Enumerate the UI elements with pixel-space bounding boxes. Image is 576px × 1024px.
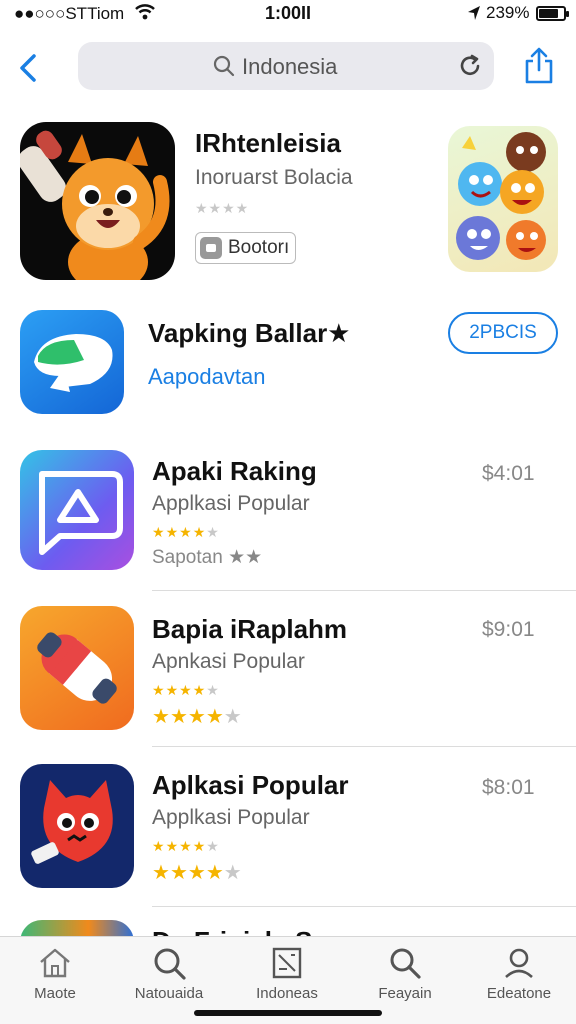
- featured-badge-label: Bootorı: [228, 237, 290, 258]
- star-icon: ★: [192, 838, 207, 854]
- tab-label: Edeatone: [486, 985, 552, 1002]
- star-icon: ★: [187, 862, 206, 884]
- home-icon: [40, 948, 70, 978]
- star-icon: ★: [169, 706, 188, 728]
- message-triangle-icon[interactable]: [20, 450, 134, 570]
- back-button[interactable]: [14, 48, 44, 88]
- tab-label: Feayain: [378, 985, 432, 1002]
- person-icon: [505, 948, 533, 978]
- star-icon: ★: [206, 838, 220, 854]
- list-item-rating: ★★★★★: [152, 524, 220, 541]
- star-icon: ★: [223, 706, 242, 728]
- battery-icon: [536, 6, 569, 21]
- fox-mascot-icon[interactable]: [20, 122, 175, 280]
- search-field[interactable]: Indonesia: [78, 42, 494, 90]
- star-icon: ★: [165, 838, 180, 854]
- document-icon: [272, 947, 302, 979]
- list-item-subtitle: Applkasi Popular: [152, 806, 310, 829]
- divider: [152, 590, 576, 591]
- star-icon: ★: [179, 682, 193, 698]
- chevron-left-icon: [20, 54, 36, 82]
- battery-percent: 239%: [486, 3, 530, 22]
- emoji-faces-icon[interactable]: [448, 126, 558, 272]
- list-item-price[interactable]: $4:01: [482, 462, 535, 486]
- list-item-title[interactable]: Aplkasi Popular: [152, 770, 349, 801]
- tab-search[interactable]: Natouaida: [114, 945, 224, 1002]
- list-item-rating: ★★★★★: [152, 838, 220, 855]
- star-icon: ★: [205, 706, 224, 728]
- divider: [152, 746, 576, 747]
- star-icon: ★: [152, 524, 166, 540]
- star-icon: ★: [169, 862, 188, 884]
- star-icon: ★: [206, 524, 220, 540]
- status-bar: ●●○○○STTiom 1:00II 239%: [0, 0, 576, 30]
- star-icon: ★: [165, 682, 180, 698]
- home-indicator[interactable]: [194, 1010, 382, 1016]
- list-item-extra: Sapotan ★★: [152, 547, 263, 568]
- pill-capsule-icon[interactable]: [20, 606, 134, 730]
- list-item-rating: ★★★★★: [152, 682, 220, 699]
- star-icon: ★: [192, 682, 207, 698]
- star-icon: ★: [165, 524, 180, 540]
- star-icon: ★: [192, 524, 207, 540]
- lock-icon: [200, 237, 222, 259]
- star-icon: ★: [152, 682, 166, 698]
- star-icon: ★: [152, 838, 166, 854]
- search-icon: [154, 948, 186, 980]
- tab-label: Maote: [34, 985, 76, 1002]
- list-item-title[interactable]: Bapia iRaplahm: [152, 614, 347, 645]
- star-icon: ★: [179, 838, 193, 854]
- featured-app-title[interactable]: IRhtenleisia: [195, 128, 341, 159]
- list-item-subtitle: Apnkasi Popular: [152, 650, 305, 673]
- tab-feature[interactable]: Feayain: [350, 945, 460, 1002]
- featured-open-badge[interactable]: Bootorı: [195, 232, 297, 264]
- divider: [152, 906, 576, 907]
- get-button[interactable]: 2PBCIS: [448, 312, 558, 354]
- search-icon: [212, 54, 236, 83]
- red-monster-icon[interactable]: [20, 764, 134, 888]
- share-button[interactable]: [522, 46, 556, 86]
- star-icon: ★: [179, 524, 193, 540]
- featured-app-subtitle: Inoruarst Bolacia: [195, 166, 353, 189]
- star-icon: ★: [152, 862, 170, 884]
- star-icon: ★: [187, 706, 206, 728]
- tab-label: Indoneas: [256, 985, 318, 1002]
- star-icon: ★: [223, 862, 242, 884]
- search-query: Indonesia: [242, 54, 338, 79]
- tab-indonesia[interactable]: Indoneas: [232, 945, 342, 1002]
- second-app-link[interactable]: Aapodavtan: [148, 364, 265, 390]
- tab-label: Natouaida: [134, 985, 204, 1002]
- star-icon: ★: [206, 682, 220, 698]
- location-arrow-icon: [466, 4, 482, 27]
- tab-home[interactable]: Maote: [0, 945, 110, 1002]
- featured-rating: ★★★★: [195, 200, 250, 216]
- list-item-subtitle: Applkasi Popular: [152, 492, 310, 515]
- star-icon: ★: [205, 862, 224, 884]
- refresh-icon[interactable]: [456, 52, 484, 85]
- list-item-rating-large: ★★★★★: [152, 704, 242, 729]
- list-item-price[interactable]: $8:01: [482, 776, 535, 800]
- list-item-price[interactable]: $9:01: [482, 618, 535, 642]
- list-item-rating-large: ★★★★★: [152, 860, 242, 885]
- list-item-title[interactable]: Apaki Raking: [152, 456, 317, 487]
- chat-bubble-icon[interactable]: [20, 310, 124, 414]
- star-icon: ★: [152, 706, 170, 728]
- tab-profile[interactable]: Edeatone: [464, 945, 574, 1002]
- second-app-title[interactable]: Vapking Ballar★: [148, 318, 351, 349]
- share-icon: [525, 47, 553, 84]
- magnifier-icon: [390, 948, 421, 979]
